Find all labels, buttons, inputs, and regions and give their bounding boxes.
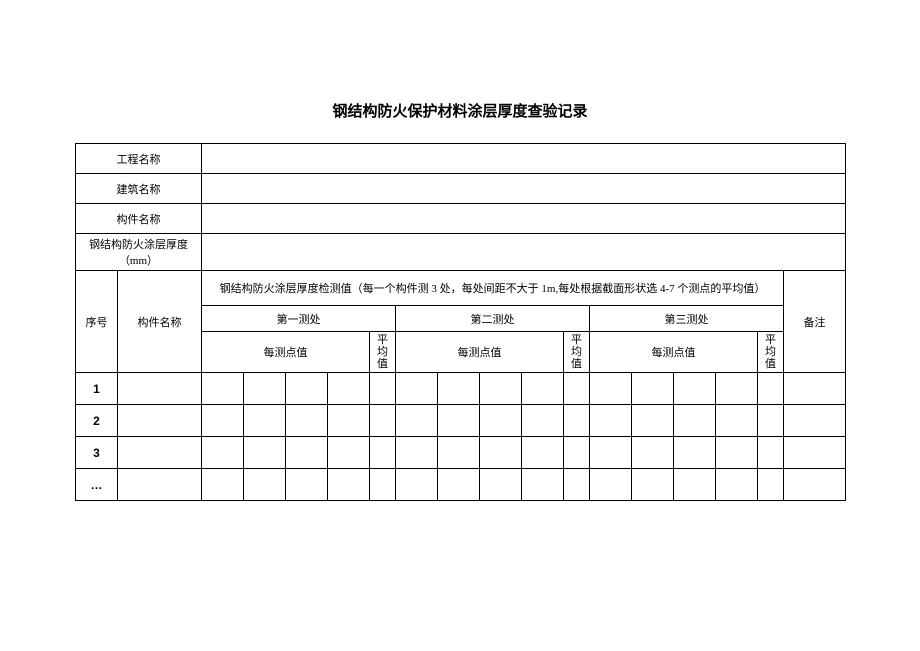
cell (328, 373, 370, 405)
header-section3: 第三测处 (590, 306, 784, 332)
cell (118, 373, 202, 405)
cell (590, 469, 632, 501)
cell (564, 405, 590, 437)
document-title: 钢结构防火保护材料涂层厚度查验记录 (75, 100, 845, 121)
cell (716, 437, 758, 469)
cell (632, 373, 674, 405)
cell (632, 437, 674, 469)
cell-seq: 1 (76, 373, 118, 405)
cell (202, 405, 244, 437)
cell (480, 405, 522, 437)
cell (244, 405, 286, 437)
cell (370, 469, 396, 501)
cell (522, 437, 564, 469)
cell (522, 405, 564, 437)
cell (370, 373, 396, 405)
label-component-name: 构件名称 (76, 204, 202, 234)
cell (716, 469, 758, 501)
header-section2: 第二测处 (396, 306, 590, 332)
cell (396, 373, 438, 405)
label-building-name: 建筑名称 (76, 174, 202, 204)
cell (564, 437, 590, 469)
cell (784, 405, 846, 437)
cell (632, 405, 674, 437)
cell-seq: 2 (76, 405, 118, 437)
header-seq: 序号 (76, 271, 118, 373)
cell (784, 373, 846, 405)
cell (328, 437, 370, 469)
cell (118, 437, 202, 469)
cell (480, 373, 522, 405)
table-row: … (76, 469, 846, 501)
cell (244, 437, 286, 469)
cell (244, 469, 286, 501)
cell (118, 469, 202, 501)
header-section1: 第一测处 (202, 306, 396, 332)
cell (784, 437, 846, 469)
cell (758, 469, 784, 501)
cell (438, 469, 480, 501)
label-coating-thickness: 钢结构防火涂层厚度（mm） (76, 234, 202, 271)
table-row: 3 (76, 437, 846, 469)
header-remark: 备注 (784, 271, 846, 373)
header-avg-2: 平均值 (564, 332, 590, 373)
cell (716, 373, 758, 405)
cell (674, 469, 716, 501)
cell (784, 469, 846, 501)
cell (286, 373, 328, 405)
table-row: 2 (76, 405, 846, 437)
header-avg-3: 平均值 (758, 332, 784, 373)
cell (758, 373, 784, 405)
cell (674, 373, 716, 405)
cell (396, 405, 438, 437)
cell (716, 405, 758, 437)
header-points-1: 每测点值 (202, 332, 370, 373)
cell (674, 405, 716, 437)
cell (632, 469, 674, 501)
cell (674, 437, 716, 469)
value-project-name (202, 144, 846, 174)
cell (370, 437, 396, 469)
cell-seq: … (76, 469, 118, 501)
cell (370, 405, 396, 437)
cell (286, 405, 328, 437)
header-avg-1: 平均值 (370, 332, 396, 373)
cell (118, 405, 202, 437)
cell (590, 405, 632, 437)
cell (480, 469, 522, 501)
cell (758, 405, 784, 437)
cell (202, 373, 244, 405)
cell (286, 469, 328, 501)
table-row: 1 (76, 373, 846, 405)
cell (202, 469, 244, 501)
inspection-table: 工程名称 建筑名称 构件名称 钢结构防火涂层厚度（mm） 序号 构件名称 钢结构… (75, 143, 846, 501)
header-component-name: 构件名称 (118, 271, 202, 373)
cell (244, 373, 286, 405)
cell (590, 437, 632, 469)
cell (438, 373, 480, 405)
label-project-name: 工程名称 (76, 144, 202, 174)
cell (758, 437, 784, 469)
cell (590, 373, 632, 405)
cell (438, 405, 480, 437)
cell (438, 437, 480, 469)
cell (202, 437, 244, 469)
cell (328, 405, 370, 437)
header-points-2: 每测点值 (396, 332, 564, 373)
cell (396, 437, 438, 469)
header-note: 钢结构防火涂层厚度检测值（每一个构件测 3 处，每处间距不大于 1m,每处根据截… (202, 271, 784, 306)
cell (396, 469, 438, 501)
cell (522, 373, 564, 405)
cell (480, 437, 522, 469)
value-coating-thickness (202, 234, 846, 271)
cell (564, 469, 590, 501)
header-points-3: 每测点值 (590, 332, 758, 373)
cell (286, 437, 328, 469)
value-component-name (202, 204, 846, 234)
cell (522, 469, 564, 501)
cell (328, 469, 370, 501)
cell-seq: 3 (76, 437, 118, 469)
value-building-name (202, 174, 846, 204)
cell (564, 373, 590, 405)
